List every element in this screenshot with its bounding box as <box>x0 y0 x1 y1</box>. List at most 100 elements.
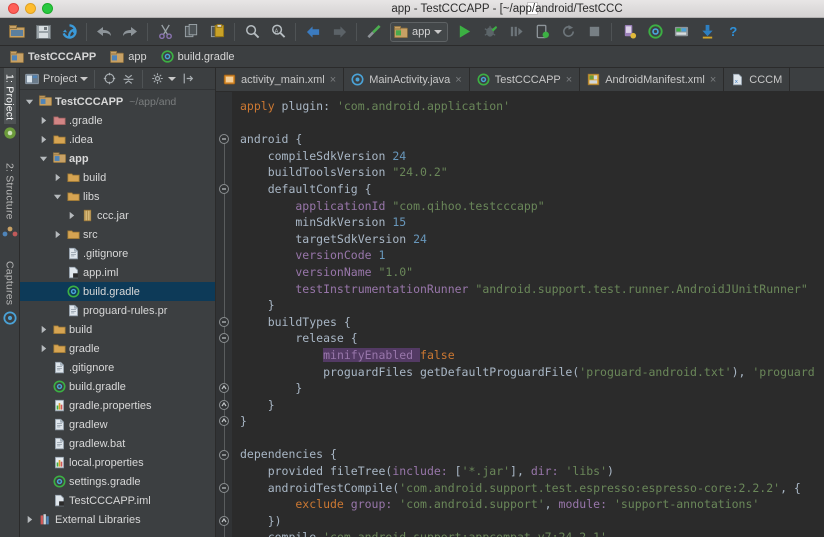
chevron-right-icon[interactable] <box>24 514 35 525</box>
sdk-manager-icon[interactable] <box>642 20 668 44</box>
close-tab-icon[interactable]: × <box>455 74 461 86</box>
chevron-right-icon[interactable] <box>66 210 77 221</box>
chevron-down-icon[interactable] <box>168 76 177 81</box>
build-hammer-icon[interactable] <box>361 20 387 44</box>
chevron-right-icon[interactable] <box>52 229 63 240</box>
copy-icon[interactable] <box>178 20 204 44</box>
close-tab-icon[interactable]: × <box>330 74 336 86</box>
device-monitor-icon[interactable] <box>668 20 694 44</box>
sync-download-icon[interactable] <box>694 20 720 44</box>
tree-item[interactable]: build.gradle <box>20 377 215 396</box>
chevron-down-icon[interactable] <box>38 153 49 164</box>
module-icon <box>52 152 66 166</box>
run-icon[interactable] <box>451 20 477 44</box>
breadcrumb-item-module[interactable]: app <box>106 49 154 65</box>
close-tab-icon[interactable]: × <box>710 74 716 86</box>
tree-item-label: libs <box>83 190 100 203</box>
stop-icon[interactable] <box>581 20 607 44</box>
tree-item[interactable]: src <box>20 225 215 244</box>
editor-tab[interactable]: activity_main.xml × <box>216 68 345 91</box>
forward-icon[interactable] <box>326 20 352 44</box>
avd-manager-icon[interactable] <box>616 20 642 44</box>
chevron-right-icon[interactable] <box>52 172 63 183</box>
hide-icon[interactable] <box>179 71 195 87</box>
fold-collapse-icon[interactable] <box>219 134 229 145</box>
tree-item[interactable]: settings.gradle <box>20 472 215 491</box>
tree-item[interactable]: gradlew <box>20 415 215 434</box>
editor-tab[interactable]: MainActivity.java × <box>344 68 470 91</box>
code-token: exclude <box>240 497 351 512</box>
target-icon[interactable] <box>101 71 117 87</box>
code-content[interactable]: apply plugin: 'com.android.application' … <box>232 92 824 537</box>
tree-item[interactable]: TestCCCAPP ~/app/and <box>20 92 215 111</box>
redo-icon[interactable] <box>117 20 143 44</box>
help-icon[interactable]: ? <box>720 20 746 44</box>
tree-item[interactable]: local.properties <box>20 453 215 472</box>
chevron-right-icon[interactable] <box>38 134 49 145</box>
sidebar-item-captures[interactable]: Captures <box>4 255 16 309</box>
replace-icon[interactable]: A <box>265 20 291 44</box>
editor-tab[interactable]: TestCCCAPP × <box>470 68 581 91</box>
back-icon[interactable] <box>300 20 326 44</box>
editor-tab[interactable]: x CCCM <box>724 68 791 91</box>
fold-collapse-icon[interactable] <box>219 482 229 493</box>
save-all-icon[interactable] <box>30 20 56 44</box>
open-project-icon[interactable] <box>4 20 30 44</box>
fold-collapse-icon[interactable] <box>219 184 229 194</box>
chevron-down-icon[interactable] <box>80 76 89 81</box>
debug-icon[interactable] <box>477 20 503 44</box>
chevron-down-icon[interactable] <box>24 96 35 107</box>
chevron-right-icon[interactable] <box>38 324 49 335</box>
run-configuration-selector[interactable]: app <box>390 21 449 42</box>
tree-item[interactable]: .idea <box>20 130 215 149</box>
cut-icon[interactable] <box>152 20 178 44</box>
code-editor[interactable]: apply plugin: 'com.android.application' … <box>216 92 824 537</box>
sidebar-item-structure[interactable]: 2: Structure <box>4 157 16 224</box>
breadcrumb-item-project[interactable]: TestCCCAPP <box>6 49 104 65</box>
find-icon[interactable] <box>239 20 265 44</box>
rerun-icon[interactable] <box>555 20 581 44</box>
fold-collapse-icon[interactable] <box>219 449 229 460</box>
chevron-right-icon[interactable] <box>38 343 49 354</box>
chevron-down-icon[interactable] <box>52 191 63 202</box>
project-tree[interactable]: TestCCCAPP ~/app/and .gradle .idea app build l… <box>20 90 215 537</box>
fold-expand-icon[interactable] <box>219 416 229 427</box>
editor-tab-bar[interactable]: activity_main.xml × MainActivity.java × Test… <box>216 68 824 92</box>
tree-item[interactable]: build <box>20 320 215 339</box>
fold-collapse-icon[interactable] <box>219 316 229 327</box>
editor-tab[interactable]: AndroidManifest.xml × <box>580 68 725 91</box>
tree-item[interactable]: ccc.jar <box>20 206 215 225</box>
fold-collapse-icon[interactable] <box>219 333 229 344</box>
tree-item[interactable]: libs <box>20 187 215 206</box>
tree-item[interactable]: build <box>20 168 215 187</box>
tree-item[interactable]: app <box>20 149 215 168</box>
tree-item[interactable]: .gitignore <box>20 358 215 377</box>
settings-icon[interactable] <box>149 71 165 87</box>
tree-item[interactable]: TestCCCAPP.iml <box>20 491 215 510</box>
sidebar-item-project[interactable]: 1: Project <box>3 68 16 125</box>
paste-icon[interactable] <box>204 20 230 44</box>
sync-project-icon[interactable] <box>56 20 82 44</box>
collapse-all-icon[interactable] <box>120 71 136 87</box>
editor-gutter[interactable] <box>216 92 232 537</box>
tree-item[interactable]: .gitignore <box>20 244 215 263</box>
run-coverage-icon[interactable] <box>503 20 529 44</box>
fold-expand-icon[interactable] <box>219 516 229 526</box>
tree-item[interactable]: .gradle <box>20 111 215 130</box>
tree-item[interactable]: app.iml <box>20 263 215 282</box>
chevron-right-icon[interactable] <box>38 115 49 126</box>
fold-expand-icon[interactable] <box>219 383 229 394</box>
tree-item[interactable]: gradle.properties <box>20 396 215 415</box>
tree-item[interactable]: proguard-rules.pr <box>20 301 215 320</box>
undo-icon[interactable] <box>91 20 117 44</box>
fold-expand-icon[interactable] <box>219 399 229 410</box>
tree-item[interactable]: build.gradle <box>20 282 215 301</box>
tree-item[interactable]: gradlew.bat <box>20 434 215 453</box>
close-tab-icon[interactable]: × <box>566 74 572 86</box>
attach-debugger-icon[interactable] <box>529 20 555 44</box>
tree-item[interactable]: External Libraries <box>20 510 215 529</box>
breadcrumb-item-file[interactable]: build.gradle <box>157 48 243 65</box>
tree-item[interactable]: gradle <box>20 339 215 358</box>
chevron-down-icon[interactable] <box>434 29 443 34</box>
